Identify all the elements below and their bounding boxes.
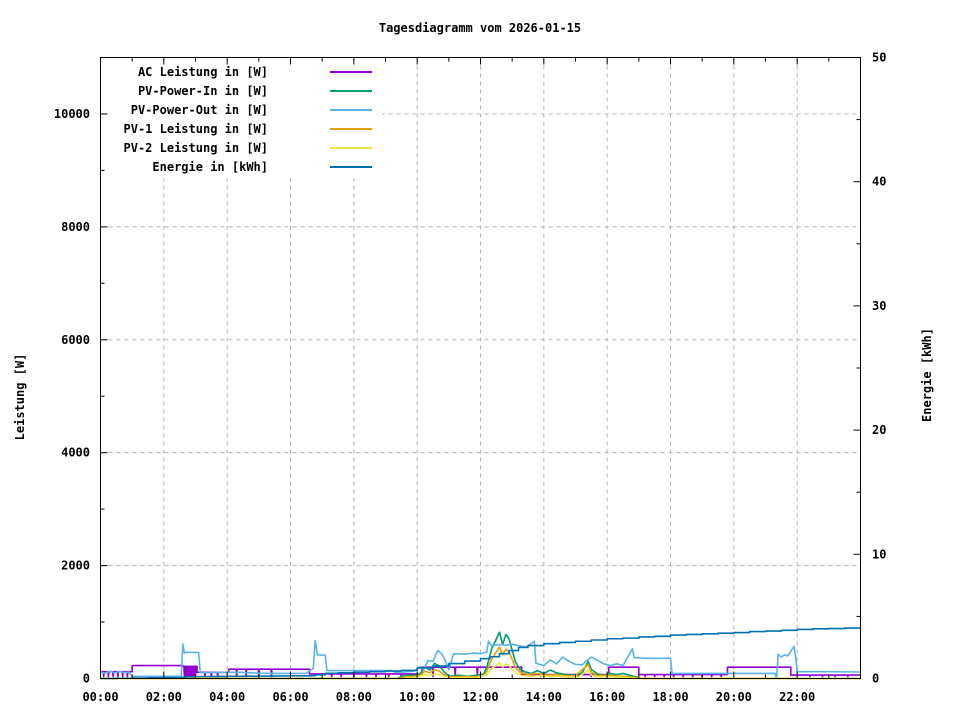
y-right-tick-label: 20: [872, 423, 886, 437]
x-tick-label: 16:00: [589, 690, 625, 704]
y-right-tick-label: 10: [872, 547, 886, 561]
x-tick-label: 02:00: [146, 690, 182, 704]
x-tick-label: 12:00: [462, 690, 498, 704]
y-right-tick-label: 40: [872, 175, 886, 189]
x-tick-label: 22:00: [779, 690, 815, 704]
legend-label: PV-2 Leistung in [W]: [124, 141, 269, 155]
y-left-tick-label: 2000: [61, 559, 90, 573]
y-left-tick-label: 6000: [61, 333, 90, 347]
legend-label: PV-Power-In in [W]: [138, 84, 268, 98]
y-right-tick-label: 30: [872, 299, 886, 313]
legend-label: PV-1 Leistung in [W]: [124, 122, 269, 136]
y-left-tick-label: 8000: [61, 220, 90, 234]
x-tick-label: 14:00: [526, 690, 562, 704]
x-tick-label: 10:00: [399, 690, 435, 704]
plot-area: 0 2000 4000 6000 8000 10000 0 10 20 30 40 50 00:00 02…: [54, 51, 887, 705]
legend-label: AC Leistung in [W]: [138, 65, 268, 79]
y-right-tick-label: 0: [872, 672, 879, 686]
x-tick-label: 06:00: [272, 690, 308, 704]
y-left-tick-label: 0: [83, 672, 90, 686]
y-right-tick-label: 50: [872, 51, 886, 65]
daily-diagram-chart: Tagesdiagramm vom 2026-01-15 Leistung [W…: [0, 0, 960, 720]
x-tick-label: 04:00: [209, 690, 245, 704]
x-tick-label: 00:00: [82, 690, 118, 704]
x-tick-label: 08:00: [336, 690, 372, 704]
legend-label: PV-Power-Out in [W]: [131, 103, 268, 117]
x-tick-label: 20:00: [716, 690, 752, 704]
y-left-tick-label: 10000: [54, 107, 90, 121]
y-left-tick-label: 4000: [61, 446, 90, 460]
x-tick-label: 18:00: [652, 690, 688, 704]
legend-label: Energie in [kWh]: [152, 160, 268, 174]
